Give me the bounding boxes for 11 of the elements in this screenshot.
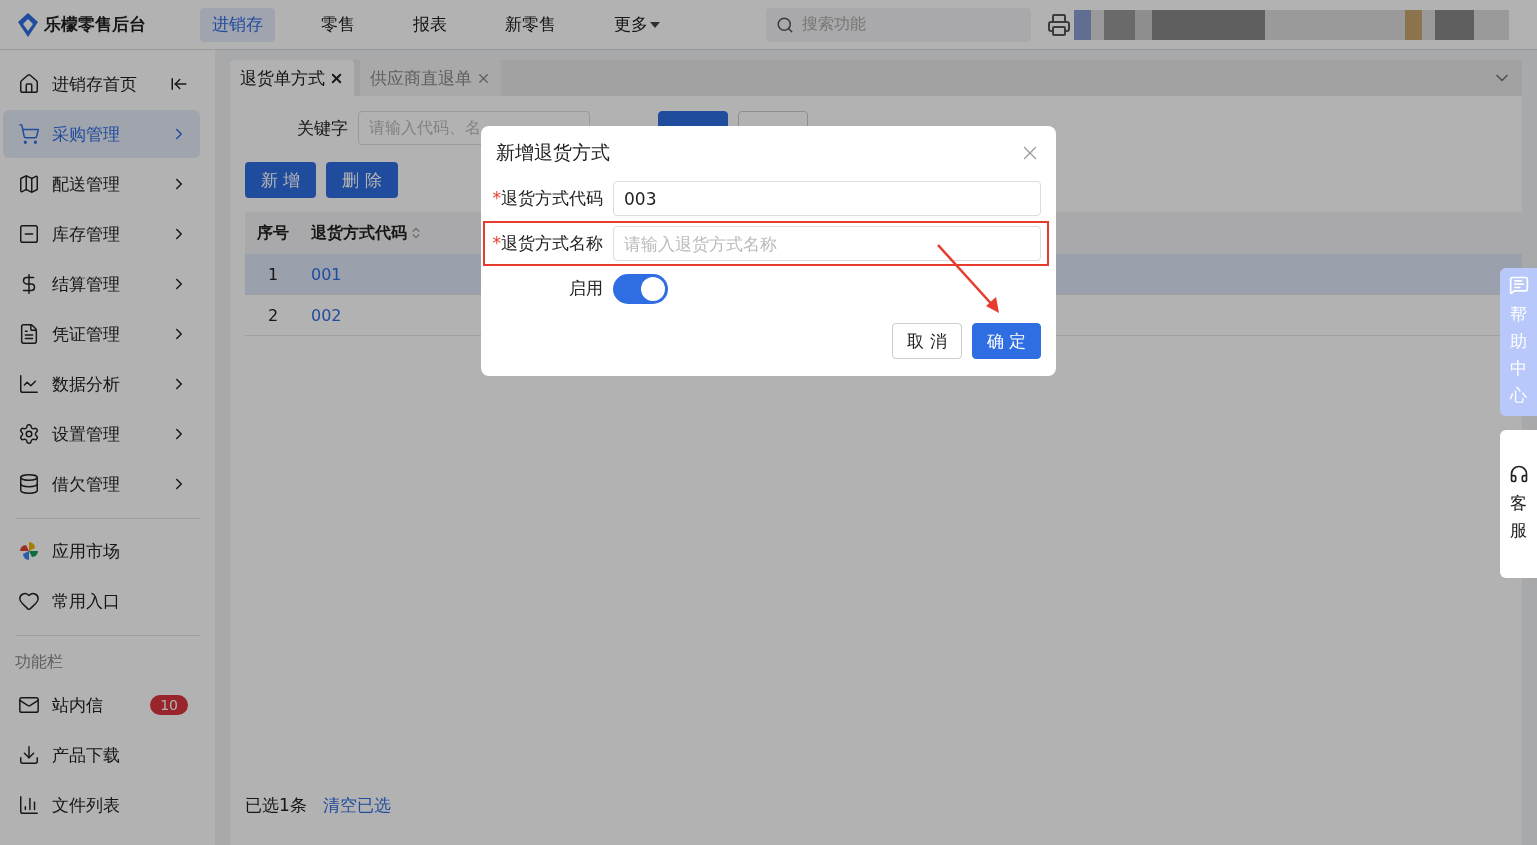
count-badge: 10: [150, 695, 188, 715]
section-title: 功能栏: [14, 651, 64, 673]
app-title: 乐檬零售后台: [44, 13, 146, 36]
column-header: 序号: [256, 222, 290, 244]
field-label: *退货方式名称: [491, 232, 603, 255]
table-cell-text: 2: [266, 305, 280, 325]
switch-label: 启用: [568, 277, 603, 300]
field-label: *退货方式代码: [491, 187, 603, 210]
field-label: 关键字: [297, 116, 348, 140]
table-cell-text: 1: [266, 264, 280, 284]
selection-count: 已选1条: [245, 794, 307, 817]
